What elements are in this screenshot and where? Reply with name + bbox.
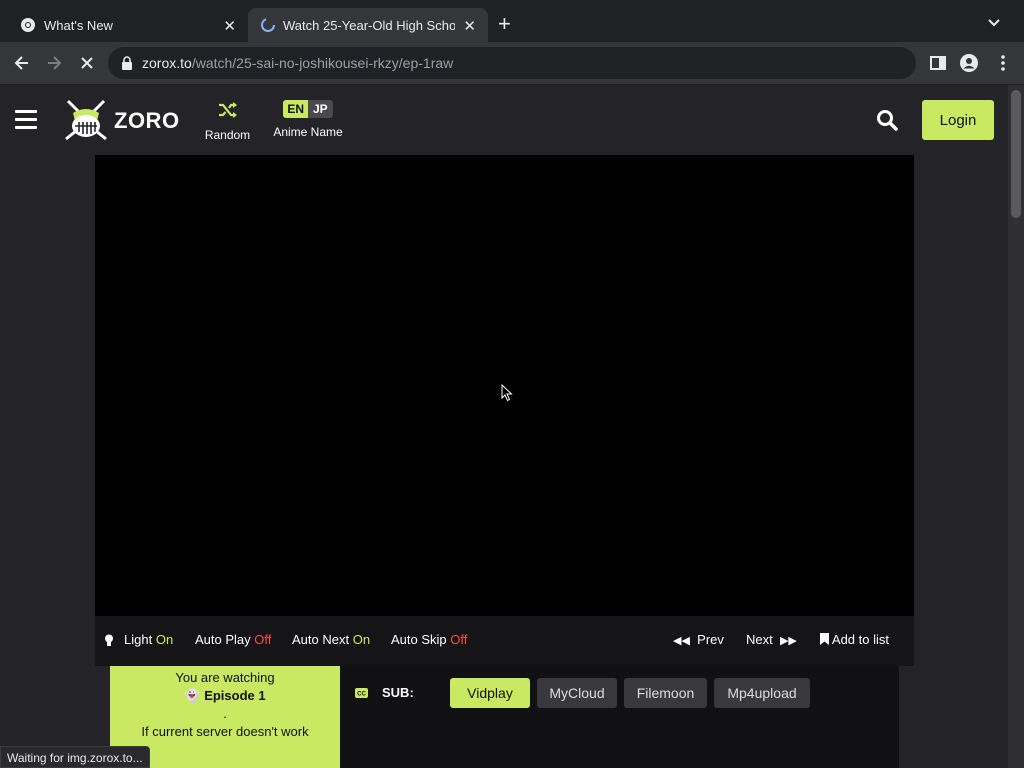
back-icon[interactable]	[12, 53, 32, 73]
autonext-toggle[interactable]: Auto Next On	[292, 632, 370, 647]
anime-name-label: Anime Name	[273, 125, 343, 139]
next-button[interactable]: Next ▶▶	[746, 632, 797, 647]
menu-dots-icon[interactable]	[993, 53, 1013, 73]
close-tab-icon[interactable]: ✕	[463, 17, 476, 35]
tab-watch[interactable]: Watch 25-Year-Old High Scho ✕	[248, 8, 488, 42]
language-pill[interactable]: EN JP	[283, 100, 333, 118]
url-host: zorox.to	[142, 55, 192, 71]
autoskip-toggle[interactable]: Auto Skip Off	[391, 632, 467, 647]
random-label: Random	[204, 128, 251, 142]
autoskip-value: Off	[450, 632, 468, 647]
mouse-cursor-icon	[501, 384, 513, 402]
next-label: Next	[746, 632, 773, 647]
light-toggle[interactable]: Light On	[124, 632, 173, 647]
server-notice: If current server doesn't work	[141, 724, 309, 739]
tab-whats-new[interactable]: What's New ✕	[8, 8, 248, 42]
close-tab-icon[interactable]: ✕	[223, 17, 236, 35]
add-to-list-label: Add to list	[831, 632, 889, 647]
current-episode: 👻 Episode 1	[110, 687, 340, 705]
lang-jp[interactable]: JP	[307, 100, 333, 118]
side-panel-icon[interactable]	[928, 53, 948, 73]
bookmark-icon	[820, 633, 829, 645]
server-mycloud-button[interactable]: MyCloud	[537, 678, 617, 708]
new-tab-icon[interactable]: +	[498, 12, 511, 36]
server-vidplay-button[interactable]: Vidplay	[450, 678, 530, 708]
lightbulb-icon	[105, 634, 113, 646]
hamburger-menu-icon[interactable]	[15, 110, 37, 130]
logo-text[interactable]: ZORO	[114, 108, 180, 134]
lock-icon[interactable]	[121, 56, 133, 70]
autoskip-label: Auto Skip	[391, 632, 447, 647]
sub-label: SUB:	[382, 685, 414, 700]
svg-text:CC: CC	[357, 692, 366, 698]
chevron-down-icon[interactable]	[986, 14, 1002, 30]
add-to-list-button[interactable]: Add to list	[820, 632, 889, 647]
autoplay-toggle[interactable]: Auto Play Off	[195, 632, 271, 647]
random-button[interactable]: Random	[200, 99, 255, 142]
url-text[interactable]: zorox.to/watch/25-sai-no-joshikousei-rkz…	[142, 55, 453, 71]
tab-title: What's New	[44, 17, 113, 33]
chrome-icon	[21, 18, 35, 32]
url-path: /watch/25-sai-no-joshikousei-rkzy/ep-1ra…	[191, 55, 454, 71]
cc-icon: CC	[355, 688, 368, 698]
server-mp4upload-button[interactable]: Mp4upload	[714, 678, 810, 708]
episode-label: Episode 1	[204, 688, 266, 703]
fast-forward-icon: ▶▶	[779, 635, 797, 647]
login-button[interactable]: Login	[922, 100, 994, 140]
browser-tab-strip: What's New ✕ Watch 25-Year-Old High Scho…	[0, 0, 1024, 42]
prev-button[interactable]: ◀◀ Prev	[673, 632, 724, 647]
zoro-logo-icon[interactable]	[64, 99, 108, 141]
status-bar: Waiting for img.zorox.to...	[0, 746, 150, 768]
light-label: Light	[124, 632, 153, 647]
profile-icon[interactable]	[959, 53, 979, 73]
shuffle-icon	[218, 102, 237, 118]
autoplay-value: Off	[254, 632, 272, 647]
autonext-label: Auto Next	[292, 632, 350, 647]
search-icon[interactable]	[876, 109, 898, 131]
prev-label: Prev	[697, 632, 724, 647]
loading-spinner-icon	[261, 18, 275, 32]
episode-emoji-icon: 👻	[184, 688, 201, 703]
autoplay-label: Auto Play	[195, 632, 251, 647]
forward-icon[interactable]	[44, 53, 64, 73]
language-toggle[interactable]: EN JP Anime Name	[270, 99, 346, 139]
watching-line: You are watching	[175, 670, 275, 685]
tab-title: Watch 25-Year-Old High Scho	[283, 17, 455, 33]
scrollbar-thumb[interactable]	[1011, 90, 1021, 218]
lang-en[interactable]: EN	[283, 100, 308, 118]
light-value: On	[155, 632, 174, 647]
rewind-icon: ◀◀	[673, 635, 690, 647]
autonext-value: On	[352, 632, 371, 647]
server-filemoon-button[interactable]: Filemoon	[624, 678, 707, 708]
stop-icon[interactable]	[77, 53, 97, 73]
watching-dot: .	[223, 706, 227, 721]
